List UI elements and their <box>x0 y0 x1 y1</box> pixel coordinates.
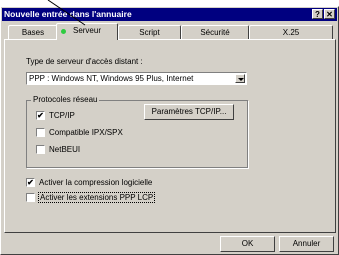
tab-script-label: Script <box>139 28 160 37</box>
protocols-group-title: Protocoles réseau <box>31 95 100 104</box>
tab-x25[interactable]: X.25 <box>249 25 333 39</box>
server-type-value: PPP : Windows NT, Windows 95 Plus, Inter… <box>29 74 194 83</box>
cancel-label: Annuler <box>292 239 321 248</box>
tcpip-settings-label: Paramètres TCP/IP... <box>151 107 227 116</box>
tab-bases-label: Bases <box>21 28 45 37</box>
chevron-down-icon[interactable] <box>235 74 245 83</box>
tab-securite[interactable]: Sécurité <box>181 25 249 39</box>
cursor-dot-icon <box>61 29 66 34</box>
window-title: Nouvelle entrée dans l'annuaire <box>4 9 132 19</box>
ipx-spx-label: Compatible IPX/SPX <box>49 128 123 137</box>
netbeui-checkbox[interactable] <box>36 145 45 154</box>
dialog-window: Nouvelle entrée dans l'annuaire ? ✕ Base… <box>0 6 339 255</box>
ppp-lcp-checkbox[interactable] <box>26 193 35 202</box>
compression-checkbox[interactable]: ✔ <box>26 178 35 187</box>
tcpip-checkbox[interactable]: ✔ <box>36 111 45 120</box>
check-icon: ✔ <box>27 178 34 187</box>
tab-x25-label: X.25 <box>282 28 300 37</box>
cancel-button[interactable]: Annuler <box>279 236 334 252</box>
tab-serveur[interactable]: Serveur <box>56 23 118 40</box>
title-bar[interactable]: Nouvelle entrée dans l'annuaire ? ✕ <box>2 8 337 21</box>
server-type-select[interactable]: PPP : Windows NT, Windows 95 Plus, Inter… <box>26 72 247 85</box>
close-button[interactable]: ✕ <box>324 9 335 19</box>
check-icon: ✔ <box>37 111 44 120</box>
ok-label: OK <box>241 239 254 248</box>
tab-script[interactable]: Script <box>118 25 181 39</box>
compression-label: Activer la compression logicielle <box>39 178 153 187</box>
server-type-label: Type de serveur d'accès distant : <box>26 57 143 66</box>
netbeui-label: NetBEUI <box>49 145 81 154</box>
ipx-spx-checkbox[interactable] <box>36 128 45 137</box>
tab-securite-label: Sécurité <box>200 28 230 37</box>
ppp-lcp-label: Activer les extensions PPP LCP <box>38 192 156 203</box>
tab-serveur-label: Serveur <box>72 26 101 35</box>
tcpip-label: TCP/IP <box>49 111 75 120</box>
ok-button[interactable]: OK <box>220 236 275 252</box>
tcpip-settings-button[interactable]: Paramètres TCP/IP... <box>144 104 234 120</box>
tab-bases[interactable]: Bases <box>8 25 58 39</box>
help-button[interactable]: ? <box>312 9 323 19</box>
